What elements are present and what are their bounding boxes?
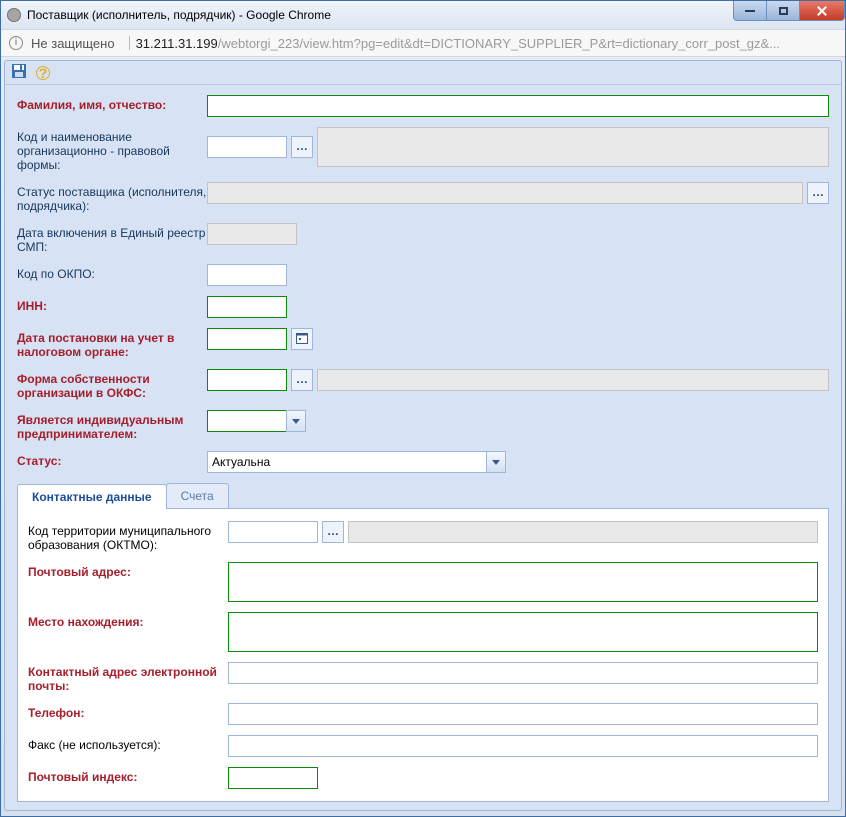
postal-address-input[interactable] xyxy=(228,562,818,602)
insecure-label[interactable]: Не защищено xyxy=(31,36,115,51)
oktmo-name-display xyxy=(348,521,818,543)
calendar-icon xyxy=(296,332,308,347)
address-bar: i Не защищено 31.211.31.199/webtorgi_223… xyxy=(1,29,845,57)
inn-label: ИНН: xyxy=(17,296,207,313)
location-label: Место нахождения: xyxy=(28,612,228,629)
fax-input[interactable] xyxy=(228,735,818,757)
help-button[interactable]: ? xyxy=(33,63,53,83)
window-title: Поставщик (исполнитель, подрядчик) - Goo… xyxy=(27,8,331,22)
supplier-status-label: Статус поставщика (исполнителя, подрядчи… xyxy=(17,182,207,213)
content-frame: ? Фамилия, имя, отчество: Код и наименов… xyxy=(4,60,842,811)
supplier-status-lookup-button[interactable]: … xyxy=(807,182,829,204)
location-input[interactable] xyxy=(228,612,818,652)
inn-input[interactable] xyxy=(207,296,287,318)
tax-reg-date-picker-button[interactable] xyxy=(291,328,313,350)
okfs-lookup-button[interactable]: … xyxy=(291,369,313,391)
is-ie-label: Является индивидуальным предпринимателем… xyxy=(17,410,207,441)
okfs-label: Форма собственности организации в ОКФС: xyxy=(17,369,207,400)
phone-label: Телефон: xyxy=(28,703,228,720)
postal-code-label: Почтовый индекс: xyxy=(28,767,228,784)
info-icon[interactable]: i xyxy=(9,36,23,50)
okfs-code-input[interactable] xyxy=(207,369,287,391)
org-form-lookup-button[interactable]: … xyxy=(291,136,313,158)
supplier-status-display xyxy=(207,182,803,204)
org-form-code-input[interactable] xyxy=(207,136,287,158)
status-label: Статус: xyxy=(17,451,207,468)
email-input[interactable] xyxy=(228,662,818,684)
smp-date-display xyxy=(207,223,297,245)
window-minimize-button[interactable] xyxy=(733,1,767,21)
org-form-label: Код и наименование организационно - прав… xyxy=(17,127,207,172)
url-text[interactable]: 31.211.31.199/webtorgi_223/view.htm?pg=e… xyxy=(136,36,837,51)
is-ie-dropdown-button[interactable] xyxy=(286,410,306,432)
smp-date-label: Дата включения в Единый реестр СМП: xyxy=(17,223,207,254)
globe-icon xyxy=(7,8,21,22)
window-maximize-button[interactable] xyxy=(766,1,800,21)
fax-label: Факс (не используется): xyxy=(28,735,228,752)
save-icon xyxy=(11,63,27,82)
tab-panel-contact: Код территории муниципального образовани… xyxy=(17,509,829,802)
status-select[interactable] xyxy=(207,451,487,473)
full-name-label: Фамилия, имя, отчество: xyxy=(17,95,207,112)
phone-input[interactable] xyxy=(228,703,818,725)
full-name-input[interactable] xyxy=(207,95,829,117)
help-icon: ? xyxy=(36,66,50,80)
okfs-name-display xyxy=(317,369,829,391)
titlebar: Поставщик (исполнитель, подрядчик) - Goo… xyxy=(1,1,845,29)
status-dropdown-button[interactable] xyxy=(486,451,506,473)
oktmo-code-input[interactable] xyxy=(228,521,318,543)
tab-contact[interactable]: Контактные данные xyxy=(17,484,167,509)
org-form-name-display xyxy=(317,127,829,167)
postal-address-label: Почтовый адрес: xyxy=(28,562,228,579)
oktmo-label: Код территории муниципального образовани… xyxy=(28,521,228,552)
okpo-input[interactable] xyxy=(207,264,287,286)
save-button[interactable] xyxy=(9,63,29,83)
tab-accounts[interactable]: Счета xyxy=(166,483,229,508)
tax-reg-date-label: Дата постановки на учет в налоговом орга… xyxy=(17,328,207,359)
is-ie-select[interactable] xyxy=(207,410,287,432)
okpo-label: Код по ОКПО: xyxy=(17,264,207,281)
oktmo-lookup-button[interactable]: … xyxy=(322,521,344,543)
window-close-button[interactable] xyxy=(799,1,845,21)
tabs: Контактные данные Счета xyxy=(17,483,829,509)
toolbar: ? xyxy=(5,61,841,85)
email-label: Контактный адрес электронной почты: xyxy=(28,662,228,693)
postal-code-input[interactable] xyxy=(228,767,318,789)
tax-reg-date-input[interactable] xyxy=(207,328,287,350)
